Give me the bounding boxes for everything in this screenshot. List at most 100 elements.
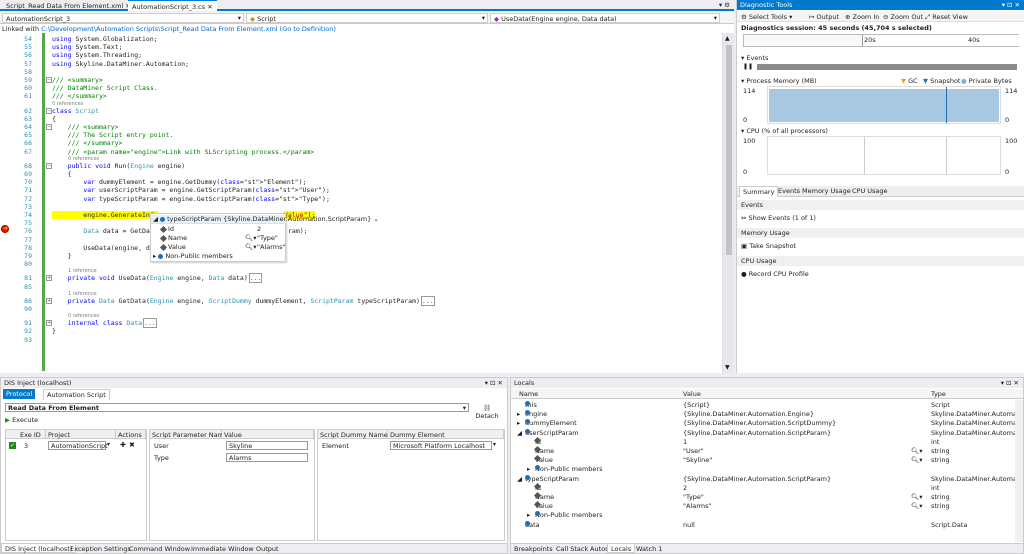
datatip-row-name[interactable]: Name 🔍︎▾ "Type" bbox=[159, 234, 278, 243]
tab-cpu-usage[interactable]: CPU Usage bbox=[849, 186, 891, 196]
tab-automation-script[interactable]: Automation Script bbox=[43, 389, 110, 400]
local-value[interactable]: {Skyline.DataMiner.Automation.ScriptPara… bbox=[683, 429, 831, 437]
memory-graph[interactable] bbox=[767, 86, 1001, 124]
tab-immediate-window[interactable]: Immediate Window bbox=[188, 544, 257, 553]
expand-icon[interactable]: ◢ bbox=[153, 215, 158, 223]
class-dropdown[interactable]: ◆ Script ▾ bbox=[246, 13, 488, 23]
detach-button[interactable]: ⛓ Detach bbox=[475, 404, 499, 420]
locals-row[interactable]: Name "User" 🔍︎▾ string bbox=[511, 445, 1023, 456]
code-line[interactable]: { bbox=[52, 170, 72, 178]
code-line[interactable]: class Script bbox=[52, 107, 99, 115]
zoom-out-button[interactable]: ⊖ Zoom Out bbox=[883, 13, 923, 21]
local-value[interactable]: {Skyline.DataMiner.Automation.ScriptPara… bbox=[683, 475, 831, 483]
expand-toggle-icon[interactable]: ◢ bbox=[517, 475, 522, 483]
column-header[interactable]: Type bbox=[931, 390, 946, 398]
scrollbar-thumb[interactable] bbox=[726, 45, 732, 255]
code-line[interactable]: private Data GetData(Engine engine, Scri… bbox=[52, 295, 435, 306]
tab-output[interactable]: Output bbox=[253, 544, 282, 553]
linked-path-link[interactable]: C:\Development\Automation Scripts\Script… bbox=[41, 25, 277, 33]
local-value[interactable]: "Type" bbox=[683, 493, 704, 501]
tab-memory-usage[interactable]: Memory Usage bbox=[799, 186, 854, 196]
code-line[interactable]: internal class Data... bbox=[52, 318, 157, 329]
tab-overflow-icon[interactable]: ▾ ⚙ bbox=[719, 1, 730, 9]
debugger-datatip[interactable]: ◢ typeScriptParam {Skyline.DataMiner.Aut… bbox=[150, 213, 379, 262]
locals-row[interactable]: data null Script.Data bbox=[511, 520, 1023, 530]
zoom-in-button[interactable]: ⊕ Zoom In bbox=[845, 13, 879, 21]
collapsed-region-icon[interactable]: ... bbox=[248, 273, 263, 284]
take-snapshot-button[interactable]: ▣ Take Snapshot bbox=[737, 241, 1024, 251]
local-value[interactable]: "Alarms" bbox=[683, 502, 712, 510]
locals-row[interactable]: ▸ Non-Public members bbox=[511, 511, 1023, 520]
datatip-row-nonpublic[interactable]: ▸ Non-Public members bbox=[153, 252, 233, 261]
tab-protocol[interactable]: Protocol bbox=[3, 389, 36, 399]
tab-watch-1[interactable]: Watch 1 bbox=[633, 544, 665, 553]
scroll-up-icon[interactable]: ▲ bbox=[725, 35, 730, 42]
tab-command-window[interactable]: Command Window bbox=[126, 544, 193, 553]
code-line[interactable]: { bbox=[52, 115, 56, 123]
local-value[interactable]: {Script} bbox=[683, 401, 710, 409]
reset-view-button[interactable]: ⤢ Reset View bbox=[925, 13, 968, 22]
tab-script-xml[interactable]: Script_Read Data From Element.xml ✕ bbox=[2, 0, 135, 11]
pane-window-controls-icon[interactable]: ▾ ⊡ ✕ bbox=[485, 379, 503, 387]
expand-toggle-icon[interactable]: ▸ bbox=[517, 410, 520, 418]
code-line[interactable]: engine.GenerateInfo Value"); bbox=[52, 211, 316, 219]
scroll-down-icon[interactable]: ▼ bbox=[725, 364, 730, 371]
expand-toggle-icon[interactable]: ◢ bbox=[517, 429, 522, 437]
editor-vertical-scrollbar[interactable]: ▲ ▼ bbox=[722, 33, 734, 373]
timeline-ruler[interactable]: 20s 40s bbox=[743, 34, 1020, 47]
tab-locals[interactable]: Locals bbox=[607, 544, 636, 553]
magnifier-icon[interactable]: 🔍︎▾ bbox=[911, 456, 923, 464]
output-button[interactable]: ↦ Output bbox=[809, 13, 839, 21]
collapsed-region-icon[interactable]: ... bbox=[420, 295, 435, 306]
code-line[interactable]: using Skyline.DataMiner.Automation; bbox=[52, 60, 189, 68]
datatip-row-value[interactable]: Value 🔍︎▾ "Alarms" bbox=[159, 243, 286, 252]
dummy-element-select[interactable]: Microsoft Platform Localhost bbox=[390, 441, 492, 450]
local-value[interactable]: {Skyline.DataMiner.Automation.Engine} bbox=[683, 410, 814, 418]
locals-row[interactable]: Id 2 int bbox=[511, 482, 1023, 493]
param-value-input[interactable]: Skyline bbox=[226, 441, 308, 450]
locals-row[interactable]: ◢ typeScriptParam {Skyline.DataMiner.Autom… bbox=[511, 474, 1024, 484]
column-header[interactable]: Name bbox=[519, 390, 538, 398]
code-line[interactable]: var userScriptParam = engine.GetScriptPa… bbox=[52, 186, 330, 194]
code-line[interactable]: /// </summary> bbox=[52, 92, 107, 100]
locals-row[interactable]: Value "Skyline" 🔍︎▾ string bbox=[511, 455, 1023, 465]
code-line[interactable]: /// The Script entry point. bbox=[52, 131, 174, 139]
code-line[interactable]: /// </summary> bbox=[52, 139, 123, 147]
execute-button[interactable]: ▶ Execute bbox=[5, 416, 38, 424]
go-to-definition-link[interactable]: (Go to Definition) bbox=[280, 25, 336, 33]
pane-window-controls-icon[interactable]: ▾ ⊡ ✕ bbox=[1001, 379, 1019, 387]
locals-row[interactable]: ▸ Non-Public members bbox=[511, 465, 1023, 474]
code-line[interactable]: private void UseData(Engine engine, Data… bbox=[52, 273, 263, 284]
member-dropdown[interactable]: ◆ UseData(Engine engine, Data data) ▾ bbox=[490, 13, 720, 23]
pause-icon[interactable]: ❚❚ bbox=[743, 63, 753, 70]
expand-icon[interactable]: ▸ bbox=[153, 252, 156, 260]
show-events-link[interactable]: ⇔ Show Events (1 of 1) bbox=[737, 213, 1024, 223]
locals-row[interactable]: Name "Type" 🔍︎▾ string bbox=[511, 491, 1023, 502]
close-icon[interactable]: ✕ bbox=[207, 3, 212, 11]
code-line[interactable]: /// <summary> bbox=[52, 76, 103, 84]
locals-row[interactable]: Value "Alarms" 🔍︎▾ string bbox=[511, 501, 1023, 511]
select-tools-button[interactable]: ⚙ Select Tools ▾ bbox=[741, 13, 792, 21]
code-line[interactable]: using System.Globalization; bbox=[52, 35, 158, 43]
param-value-input[interactable]: Alarms bbox=[226, 453, 308, 462]
magnifier-icon[interactable]: 🔍︎▾ bbox=[911, 493, 923, 501]
code-line[interactable]: var dummyElement = engine.GetDummy(class… bbox=[52, 178, 306, 186]
expand-toggle-icon[interactable]: ▸ bbox=[527, 465, 530, 473]
delete-icon[interactable]: ✖ bbox=[129, 441, 135, 449]
tab-call-stack[interactable]: Call Stack bbox=[553, 544, 591, 553]
project-dropdown[interactable]: AutomationScript_3 ▾ bbox=[2, 13, 244, 23]
cpu-graph[interactable] bbox=[767, 136, 1001, 175]
chevron-down-icon[interactable]: ▾ bbox=[493, 441, 496, 448]
code-line[interactable]: /// <param name="engine">Link with SLScr… bbox=[52, 148, 315, 156]
code-line[interactable]: } bbox=[52, 252, 72, 260]
pin-icon[interactable]: ⌄ bbox=[373, 215, 378, 223]
magnifier-icon[interactable]: 🔍︎▾ bbox=[245, 243, 257, 251]
expand-toggle-icon[interactable]: ▸ bbox=[527, 511, 530, 519]
code-line[interactable]: public void Run(Engine engine) bbox=[52, 162, 185, 170]
chevron-down-icon[interactable]: ▾ bbox=[107, 441, 110, 448]
script-select[interactable]: Read Data From Element ▾ bbox=[5, 403, 469, 412]
local-value[interactable]: "User" bbox=[683, 447, 704, 455]
tab-automationscript-cs[interactable]: AutomationScript_3.cs ✕ bbox=[128, 0, 217, 11]
column-header[interactable]: Value bbox=[683, 390, 701, 398]
project-select[interactable]: AutomationScript bbox=[48, 441, 108, 450]
